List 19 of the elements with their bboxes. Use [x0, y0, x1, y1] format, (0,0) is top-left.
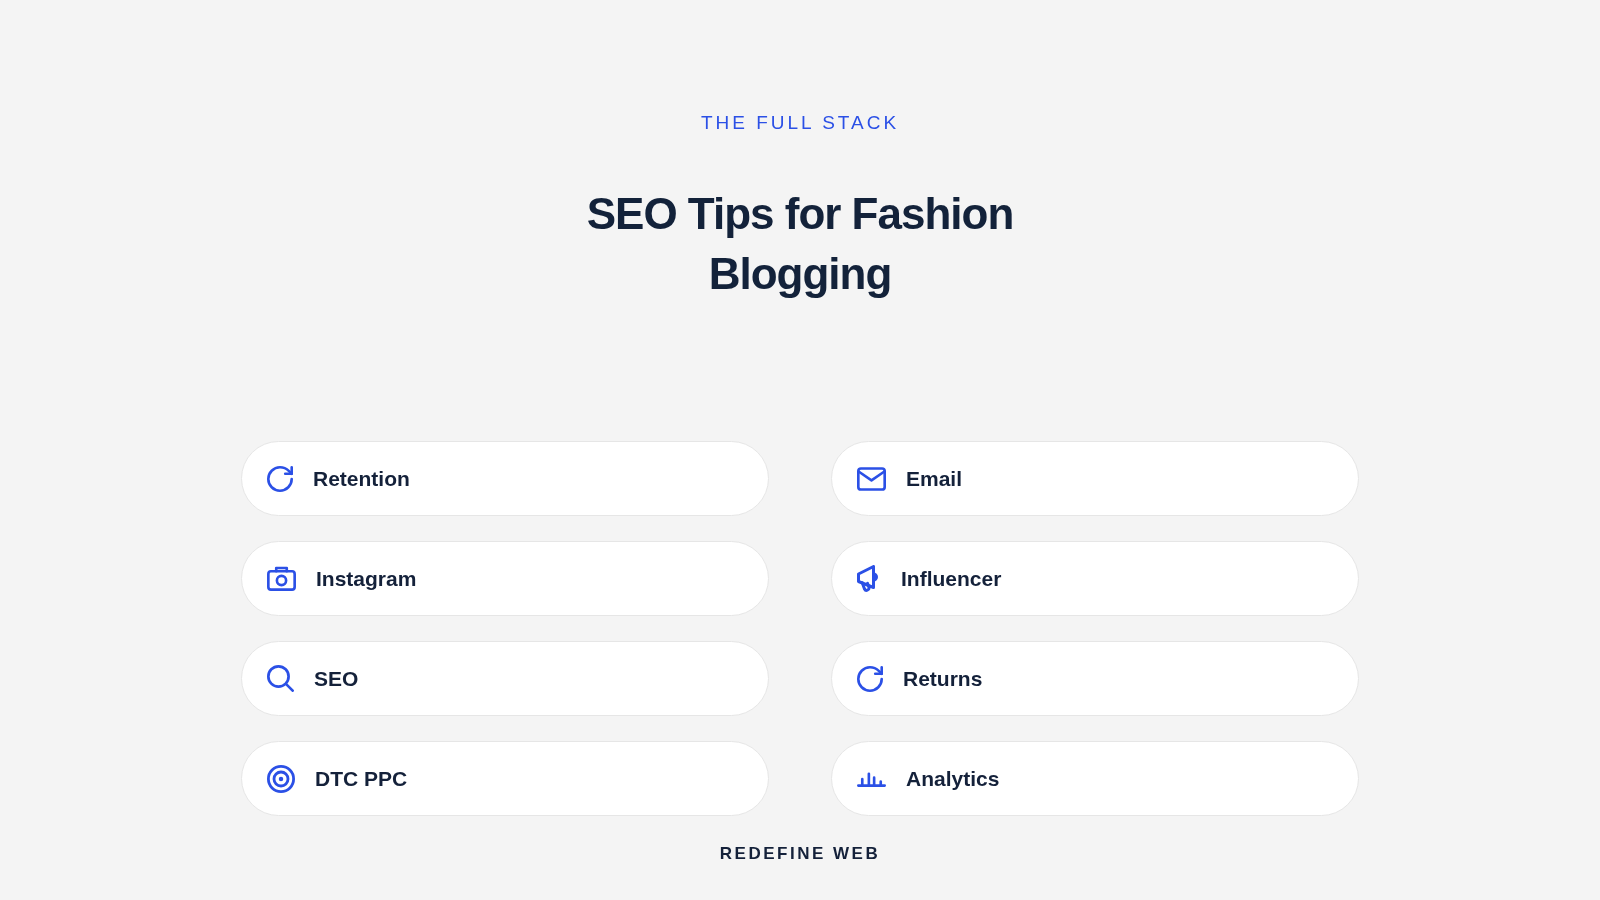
- section-eyebrow: THE FULL STACK: [700, 111, 900, 135]
- camera-icon: [267, 566, 296, 591]
- topic-link[interactable]: DTC PPC: [241, 741, 769, 816]
- topic-link[interactable]: Email: [831, 441, 1359, 516]
- topic-link[interactable]: Returns: [831, 641, 1359, 716]
- topic-link[interactable]: Instagram: [241, 541, 769, 616]
- topic-link[interactable]: SEO: [241, 641, 769, 716]
- mail-icon: [857, 466, 886, 491]
- bar-chart-icon: [857, 770, 886, 787]
- refresh-icon: [267, 465, 293, 492]
- megaphone-icon: [857, 565, 881, 592]
- search-icon: [267, 665, 294, 692]
- target-icon: [267, 764, 295, 793]
- page-heading: SEO Tips for Fashion Blogging: [585, 188, 1015, 300]
- footer-brand: REDEFINE WEB: [719, 843, 881, 865]
- topic-link[interactable]: Influencer: [831, 541, 1359, 616]
- topic-link[interactable]: Analytics: [831, 741, 1359, 816]
- refresh-icon: [857, 665, 883, 692]
- topic-link[interactable]: Retention: [241, 441, 769, 516]
